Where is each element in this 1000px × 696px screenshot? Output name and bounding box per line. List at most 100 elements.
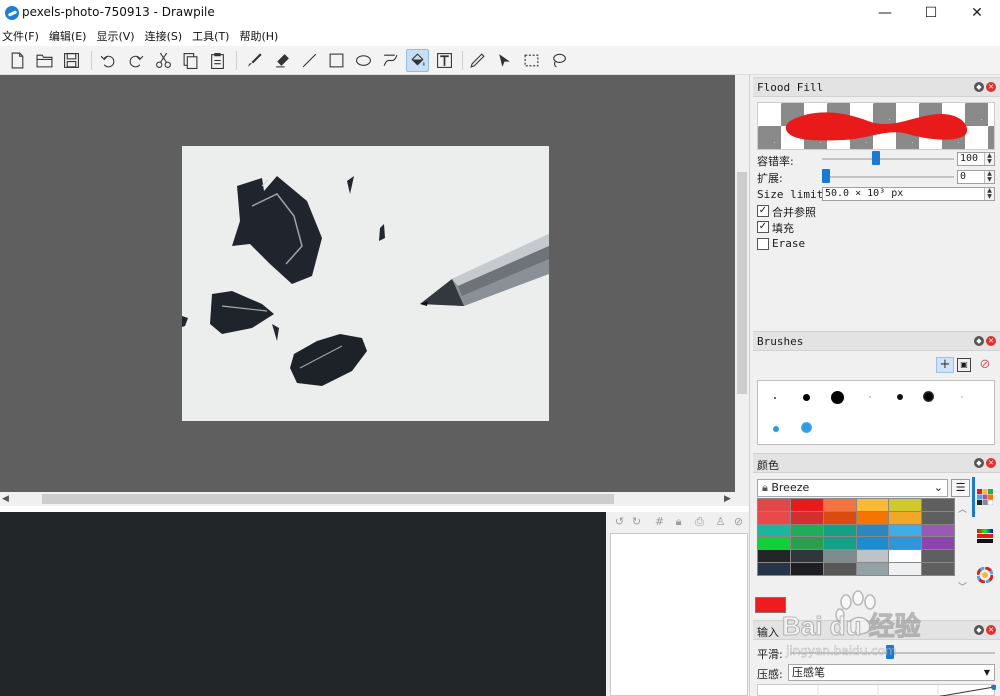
close-panel-icon[interactable]: ✕ xyxy=(986,82,996,92)
expand-slider-handle[interactable] xyxy=(822,169,830,183)
float-panel-icon[interactable]: ◆ xyxy=(974,336,984,346)
save-icon[interactable]: ▣ xyxy=(957,358,971,372)
cut-icon[interactable] xyxy=(152,49,175,72)
chat-area[interactable] xyxy=(0,512,606,696)
brush-preset[interactable] xyxy=(831,391,844,404)
color-swatch[interactable] xyxy=(889,524,922,537)
float-panel-icon[interactable]: ◆ xyxy=(974,82,984,92)
color-swatch[interactable] xyxy=(889,563,922,575)
color-swatch[interactable] xyxy=(823,499,856,511)
eraser-icon[interactable] xyxy=(271,49,294,72)
brush-preset[interactable] xyxy=(923,391,934,402)
color-swatch[interactable] xyxy=(790,524,823,537)
flood-fill-icon[interactable] xyxy=(406,49,429,72)
color-picker-icon[interactable] xyxy=(466,49,489,72)
rectangle-icon[interactable] xyxy=(325,49,348,72)
menu-help[interactable]: 帮助(H) xyxy=(237,28,282,44)
expand-slider-track[interactable] xyxy=(822,176,954,178)
color-swatch[interactable] xyxy=(922,499,954,511)
float-panel-icon[interactable]: ◆ xyxy=(974,458,984,468)
lock-small-icon[interactable]: 🔒︎ xyxy=(672,515,685,528)
brush-preset[interactable] xyxy=(961,396,963,398)
pressure-select[interactable]: 压感笔 ▼ xyxy=(788,664,995,681)
brush-preset[interactable] xyxy=(773,426,779,432)
paste-icon[interactable] xyxy=(206,49,229,72)
scroll-left-icon[interactable]: ◀ xyxy=(2,494,9,504)
menu-view[interactable]: 显示(V) xyxy=(94,28,138,44)
color-swatch[interactable] xyxy=(823,550,856,563)
color-swatch[interactable] xyxy=(856,563,889,575)
canvas-image[interactable] xyxy=(182,146,549,421)
plus-icon[interactable]: + xyxy=(936,357,954,373)
color-swatch[interactable] xyxy=(922,563,954,575)
redo-small-icon[interactable]: ↻ xyxy=(630,515,643,528)
palette-scroll-up-icon[interactable]: ︿ xyxy=(958,502,967,515)
user-icon[interactable]: ♙ xyxy=(714,515,727,528)
color-swatch[interactable] xyxy=(856,524,889,537)
ellipse-icon[interactable] xyxy=(352,49,375,72)
erase-checkbox[interactable] xyxy=(757,238,769,250)
color-swatch[interactable] xyxy=(790,537,823,550)
maximize-button[interactable]: ☐ xyxy=(908,0,954,26)
color-swatch[interactable] xyxy=(758,563,790,575)
color-swatch[interactable] xyxy=(856,537,889,550)
scroll-right-icon[interactable]: ▶ xyxy=(724,494,731,504)
text-icon[interactable] xyxy=(433,49,456,72)
color-swatch[interactable] xyxy=(790,550,823,563)
color-swatch[interactable] xyxy=(922,511,954,524)
brush-preset[interactable] xyxy=(897,394,903,400)
vertical-scroll-thumb[interactable] xyxy=(737,172,747,394)
color-swatch[interactable] xyxy=(758,499,790,511)
selection-arrow-icon[interactable] xyxy=(493,49,516,72)
color-sliders-icon[interactable] xyxy=(974,525,996,547)
current-color-swatch[interactable] xyxy=(755,597,786,613)
tolerance-spin-arrows[interactable]: ▲ ▼ xyxy=(984,153,994,165)
close-button[interactable]: ✕ xyxy=(954,0,1000,26)
color-swatch[interactable] xyxy=(758,537,790,550)
size-limit-spin-arrows[interactable]: ▲ ▼ xyxy=(984,188,994,200)
color-swatch[interactable] xyxy=(856,499,889,511)
bezier-icon[interactable] xyxy=(379,49,402,72)
color-swatch[interactable] xyxy=(790,511,823,524)
menu-edit[interactable]: 编辑(E) xyxy=(47,28,91,44)
color-swatch[interactable] xyxy=(889,499,922,511)
color-swatch[interactable] xyxy=(758,524,790,537)
close-panel-icon[interactable]: ✕ xyxy=(986,458,996,468)
block-icon[interactable]: ⊘ xyxy=(732,515,745,528)
undo-small-icon[interactable]: ↺ xyxy=(613,515,626,528)
menu-tools[interactable]: 工具(T) xyxy=(190,28,233,44)
rect-select-icon[interactable] xyxy=(520,49,543,72)
close-panel-icon[interactable]: ✕ xyxy=(986,625,996,635)
forbidden-icon[interactable]: ⊘ xyxy=(977,357,993,373)
minimize-button[interactable]: — xyxy=(862,0,908,26)
palette-select[interactable]: 🔒︎ Breeze ⌄ xyxy=(757,479,948,497)
size-limit-input[interactable]: 50.0 × 10³ px xyxy=(822,187,995,201)
color-swatch[interactable] xyxy=(758,550,790,563)
expand-spin-arrows[interactable]: ▲ ▼ xyxy=(984,171,994,183)
merge-checkbox[interactable]: ✓ xyxy=(757,205,769,217)
brush-icon[interactable] xyxy=(243,49,266,72)
smoothing-slider-handle[interactable] xyxy=(886,645,894,659)
horizontal-scroll-thumb[interactable] xyxy=(42,494,614,504)
color-swatch[interactable] xyxy=(922,524,954,537)
grid-icon[interactable]: # xyxy=(653,515,666,528)
color-swatch[interactable] xyxy=(790,499,823,511)
color-swatch[interactable] xyxy=(856,511,889,524)
color-swatch[interactable] xyxy=(758,511,790,524)
color-swatch[interactable] xyxy=(922,550,954,563)
float-panel-icon[interactable]: ◆ xyxy=(974,625,984,635)
palette-scroll-down-icon[interactable]: ﹀ xyxy=(958,580,967,593)
color-swatch[interactable] xyxy=(790,563,823,575)
line-icon[interactable] xyxy=(298,49,321,72)
undo-icon[interactable] xyxy=(97,49,120,72)
color-swatch[interactable] xyxy=(823,563,856,575)
close-panel-icon[interactable]: ✕ xyxy=(986,336,996,346)
brush-preset[interactable] xyxy=(774,397,776,399)
color-swatch[interactable] xyxy=(823,537,856,550)
palette-swatches-icon[interactable] xyxy=(974,486,996,508)
color-swatch[interactable] xyxy=(823,524,856,537)
color-swatch[interactable] xyxy=(823,511,856,524)
color-swatch[interactable] xyxy=(889,550,922,563)
tolerance-slider-handle[interactable] xyxy=(872,151,880,165)
brush-preset[interactable] xyxy=(801,422,812,433)
